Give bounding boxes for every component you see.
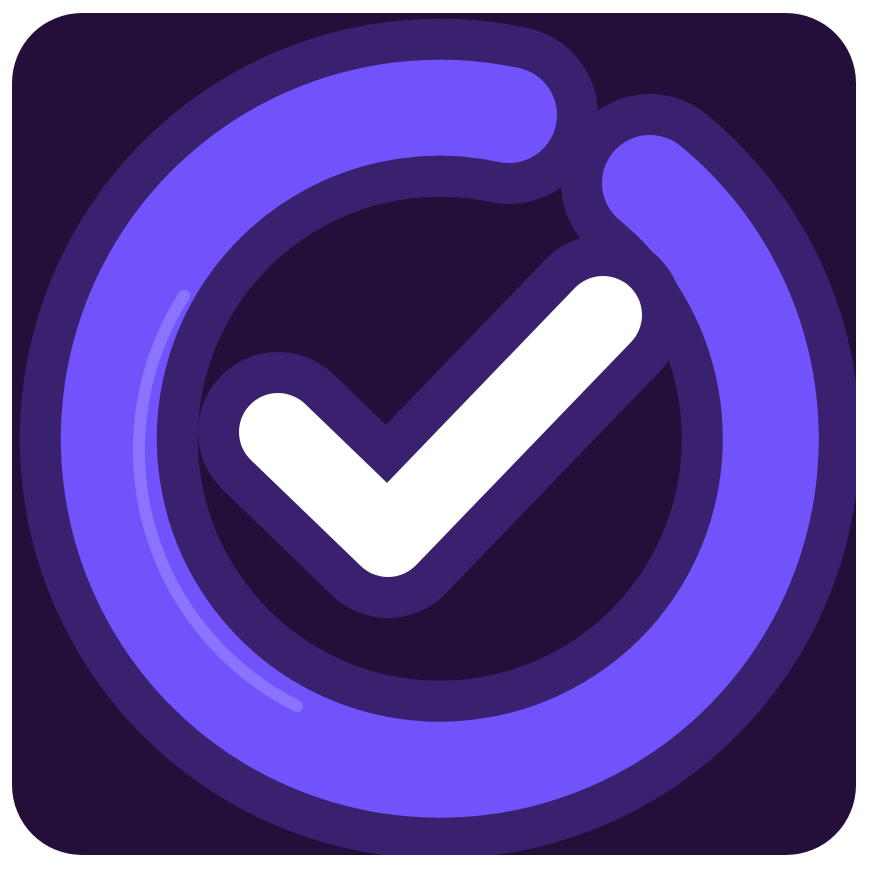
app-icon	[12, 13, 856, 855]
app-icon-graphic	[12, 13, 856, 855]
